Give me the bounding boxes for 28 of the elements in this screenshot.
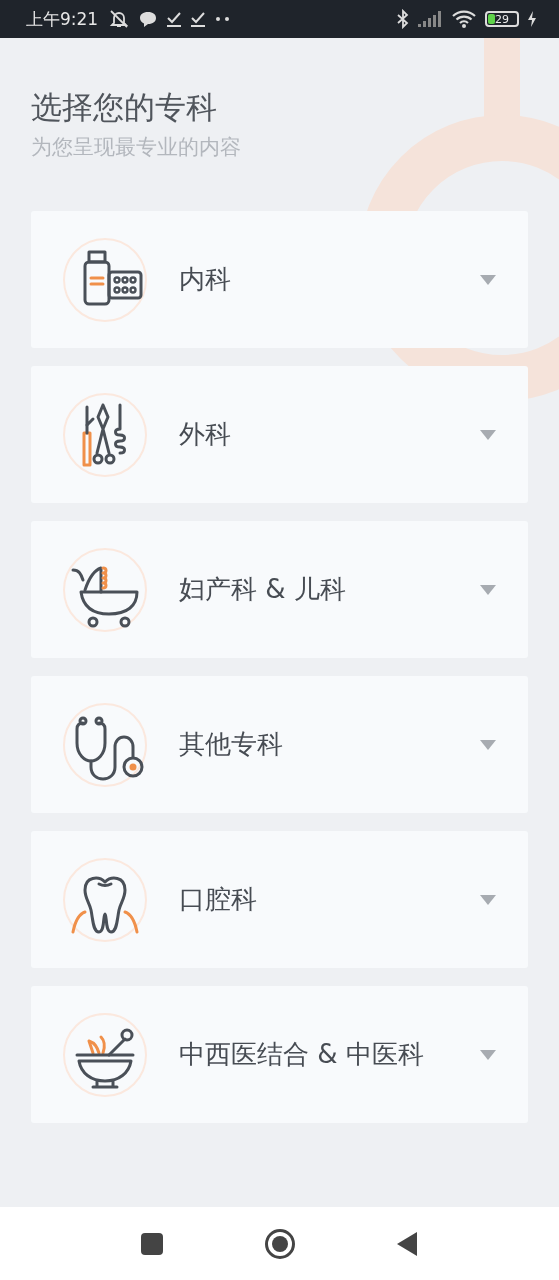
signal-icon [417, 10, 443, 28]
specialty-card[interactable]: 口腔科 [31, 831, 528, 968]
specialty-label: 内科 [179, 263, 232, 296]
wifi-icon [451, 9, 477, 29]
status-time: 上午9:21 [26, 7, 99, 31]
bluetooth-icon [397, 9, 409, 29]
specialty-card[interactable]: 外科 [31, 366, 528, 503]
battery-level: 29 [495, 13, 509, 25]
battery-fill [488, 14, 495, 24]
back-icon[interactable] [395, 1230, 419, 1257]
page-title: 选择您的专科 [31, 88, 218, 127]
mute-bell-icon [108, 9, 131, 29]
chat-bubble-icon [138, 9, 159, 29]
specialty-card[interactable]: 其他专科 [31, 676, 528, 813]
specialty-label: 妇产科 & 儿科 [179, 573, 347, 606]
check-icon [190, 10, 207, 28]
specialty-card[interactable]: 内科 [31, 211, 528, 348]
recent-apps-icon[interactable] [140, 1231, 164, 1256]
specialty-label: 中西医结合 & 中医科 [179, 1038, 425, 1071]
charging-icon [527, 10, 537, 28]
specialty-label: 口腔科 [179, 883, 258, 916]
home-icon[interactable] [263, 1227, 296, 1260]
check-icon [166, 10, 183, 28]
specialty-card[interactable]: 妇产科 & 儿科 [31, 521, 528, 658]
specialty-card[interactable]: 中西医结合 & 中医科 [31, 986, 528, 1123]
specialty-label: 其他专科 [179, 728, 284, 761]
specialty-label: 外科 [179, 418, 232, 451]
page-subtitle: 为您呈现最专业的内容 [31, 134, 242, 161]
